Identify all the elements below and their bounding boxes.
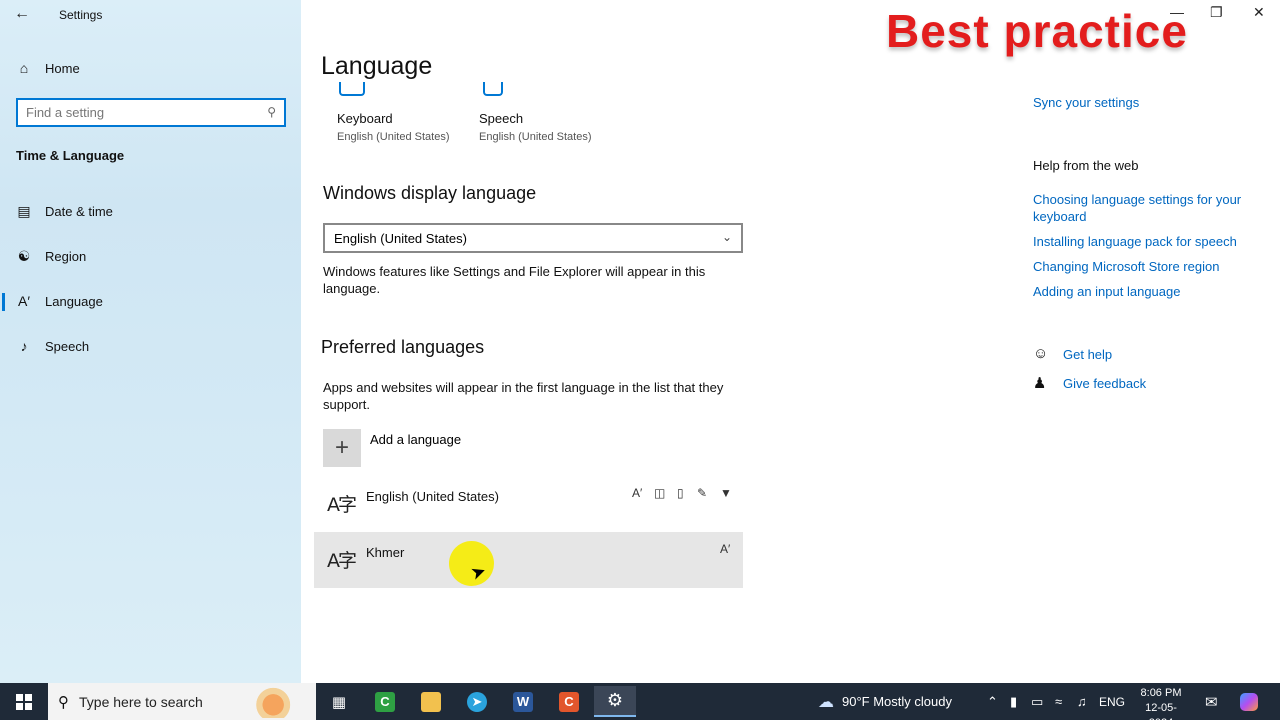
speech-tile[interactable]: Speech English (United States) bbox=[479, 82, 592, 143]
search-icon[interactable]: ⚲ bbox=[267, 105, 276, 119]
word-app-icon[interactable]: W bbox=[502, 686, 544, 717]
help-link-store-region[interactable]: Changing Microsoft Store region bbox=[1033, 258, 1263, 275]
chevron-up-icon: ⌃ bbox=[987, 693, 998, 709]
file-explorer-app-icon[interactable] bbox=[410, 686, 452, 717]
sidebar-item-label: Language bbox=[45, 293, 103, 309]
search-highlight-image bbox=[254, 685, 302, 718]
close-icon[interactable]: ✕ bbox=[1253, 4, 1265, 21]
volume-icon[interactable]: ♫ bbox=[1077, 683, 1087, 720]
clock-time: 8:06 PM bbox=[1140, 687, 1182, 699]
preferred-languages-heading: Preferred languages bbox=[321, 337, 485, 357]
basic-typing-icon: ▼ bbox=[720, 486, 732, 500]
tile-title: Speech bbox=[479, 111, 524, 126]
microphone-icon: ♪ bbox=[20, 338, 28, 354]
microphone-icon[interactable]: ▮ bbox=[1010, 683, 1017, 720]
display-language-select[interactable]: English (United States) ⌄ bbox=[323, 223, 743, 253]
display-language-heading: Windows display language bbox=[323, 183, 537, 203]
search-input[interactable] bbox=[18, 100, 248, 125]
add-language-label: Add a language bbox=[370, 432, 462, 447]
display-language-icon: A′ bbox=[720, 542, 731, 556]
handwriting-icon: ✎ bbox=[697, 486, 708, 500]
restore-icon[interactable]: ❐ bbox=[1210, 4, 1223, 21]
plus-icon: + bbox=[323, 429, 361, 467]
start-button[interactable] bbox=[0, 683, 47, 720]
wifi-icon[interactable]: ≈ bbox=[1055, 683, 1062, 720]
language-icon: A′ bbox=[18, 293, 30, 309]
help-heading: Help from the web bbox=[1033, 158, 1139, 173]
help-link-speech[interactable]: Installing language pack for speech bbox=[1033, 233, 1263, 250]
task-view-icon[interactable]: ▦ bbox=[318, 686, 360, 717]
help-link-keyboard[interactable]: Choosing language settings for your keyb… bbox=[1033, 191, 1263, 225]
taskbar-search-text: Type here to search bbox=[79, 693, 203, 710]
sidebar-item-label: Home bbox=[45, 60, 80, 76]
clock-date: 12-05-2024 bbox=[1145, 702, 1177, 720]
speech-recognition-icon: ▯ bbox=[677, 486, 684, 500]
camtasia-app-icon[interactable]: C bbox=[364, 686, 406, 717]
sidebar-item-language[interactable]: A′ Language bbox=[0, 283, 301, 319]
select-value: English (United States) bbox=[334, 230, 467, 246]
sync-settings-link[interactable]: Sync your settings bbox=[1033, 94, 1263, 111]
language-item-khmer[interactable]: A字 Khmer A′ bbox=[314, 532, 743, 588]
tile-subtitle: English (United States) bbox=[479, 131, 592, 143]
weather-text: 90°F Mostly cloudy bbox=[842, 694, 952, 709]
taskbar-clock[interactable]: 8:06 PM 12-05-2024 bbox=[1133, 686, 1189, 720]
copilot-icon[interactable] bbox=[1240, 683, 1258, 720]
language-name: English (United States) bbox=[366, 489, 499, 504]
watermark-text: Best practice bbox=[886, 5, 1188, 57]
give-feedback-link[interactable]: Give feedback bbox=[1063, 375, 1280, 392]
settings-app-icon[interactable]: ⚙ bbox=[594, 686, 636, 717]
language-icon: A字 bbox=[327, 550, 357, 572]
keyboard-tile[interactable]: Keyboard English (United States) bbox=[337, 82, 450, 143]
language-icon: A字 bbox=[327, 494, 357, 516]
page-title: Language bbox=[321, 52, 433, 80]
section-title: Time & Language bbox=[16, 148, 125, 163]
tile-title: Keyboard bbox=[337, 111, 393, 126]
help-link-input-language[interactable]: Adding an input language bbox=[1033, 283, 1263, 300]
add-language-button[interactable]: + Add a language bbox=[323, 429, 461, 467]
calendar-clock-icon: ▤ bbox=[17, 202, 31, 219]
taskbar-search[interactable]: ⚲ Type here to search bbox=[48, 683, 316, 720]
language-name: Khmer bbox=[366, 545, 405, 560]
language-item-english[interactable]: A字 English (United States) A′ ◫ ▯ ✎ ▼ bbox=[314, 476, 743, 532]
keyboard-icon bbox=[339, 82, 365, 96]
sidebar-item-date-time[interactable]: ▤ Date & time bbox=[0, 193, 301, 229]
chevron-down-icon: ⌄ bbox=[721, 230, 732, 244]
home-icon: ⌂ bbox=[19, 60, 29, 76]
sidebar-item-label: Speech bbox=[45, 338, 90, 354]
search-icon: ⚲ bbox=[58, 693, 69, 711]
sidebar-item-home[interactable]: ⌂ Home bbox=[0, 50, 301, 86]
display-language-description: Windows features like Settings and File … bbox=[323, 264, 706, 296]
sidebar-item-label: Region bbox=[45, 248, 87, 264]
weather-widget[interactable]: ☁ 90°F Mostly cloudy bbox=[818, 683, 952, 720]
taskbar: ⚲ Type here to search ▦ C ➤ W C ⚙ ☁ 90°F… bbox=[0, 683, 1280, 720]
get-help-link[interactable]: Get help bbox=[1063, 346, 1280, 363]
preferred-languages-description: Apps and websites will appear in the fir… bbox=[323, 380, 724, 412]
sidebar: ← Settings ⌂ Home ⚲ Time & Language ▤ Da… bbox=[0, 0, 301, 683]
speech-icon bbox=[483, 82, 503, 96]
sidebar-item-speech[interactable]: ♪ Speech bbox=[0, 328, 301, 364]
back-arrow-icon[interactable]: ← bbox=[14, 5, 34, 25]
notification-icon[interactable]: ✉ bbox=[1205, 683, 1218, 720]
feedback-icon: ♟ bbox=[1033, 375, 1047, 392]
input-language-indicator[interactable]: ENG bbox=[1099, 683, 1125, 720]
sidebar-item-label: Date & time bbox=[45, 203, 113, 219]
windows-icon bbox=[15, 693, 32, 710]
sidebar-item-region[interactable]: ☯ Region bbox=[0, 238, 301, 274]
app-title: Settings bbox=[59, 8, 103, 22]
search-box[interactable]: ⚲ bbox=[16, 98, 286, 127]
hidden-icons-chevron[interactable]: ⌃ bbox=[987, 683, 998, 720]
globe-icon: ☯ bbox=[17, 247, 31, 264]
recorder-app-icon[interactable]: C bbox=[548, 686, 590, 717]
battery-icon[interactable]: ▭ bbox=[1031, 683, 1043, 720]
tile-subtitle: English (United States) bbox=[337, 131, 450, 143]
get-help-icon: ☺ bbox=[1033, 345, 1049, 362]
cloud-icon: ☁ bbox=[818, 693, 834, 711]
text-to-speech-icon: ◫ bbox=[654, 486, 666, 500]
telegram-app-icon[interactable]: ➤ bbox=[456, 686, 498, 717]
display-language-icon: A′ bbox=[632, 486, 643, 500]
